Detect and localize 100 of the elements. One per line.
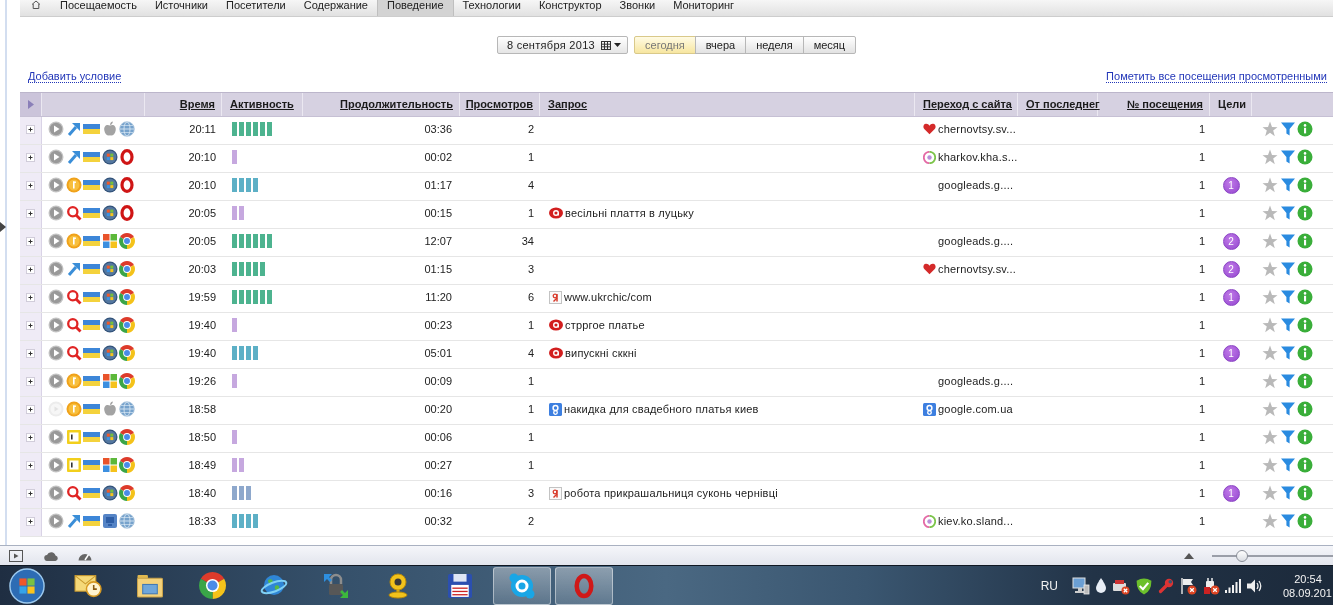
- play-icon[interactable]: [48, 317, 64, 333]
- filter-icon[interactable]: [1279, 205, 1296, 221]
- info-icon[interactable]: [1297, 205, 1313, 221]
- info-icon[interactable]: [1297, 233, 1313, 249]
- plus-icon[interactable]: [26, 180, 35, 190]
- info-icon[interactable]: [1297, 261, 1313, 277]
- filter-icon[interactable]: [1279, 317, 1296, 333]
- plus-icon[interactable]: [26, 432, 35, 442]
- nav-tab[interactable]: Источники: [145, 0, 217, 16]
- filter-icon[interactable]: [1279, 149, 1296, 165]
- speaker-icon[interactable]: [1246, 577, 1263, 594]
- filter-icon[interactable]: [1279, 289, 1296, 305]
- play-icon[interactable]: [48, 261, 64, 277]
- column-header[interactable]: От последнег: [1026, 98, 1100, 111]
- plus-icon[interactable]: [26, 152, 35, 162]
- nav-tab[interactable]: Посетители: [217, 0, 295, 16]
- wrench-icon[interactable]: [1158, 577, 1174, 594]
- filter-icon[interactable]: [1279, 373, 1296, 389]
- plus-icon[interactable]: [26, 208, 35, 218]
- filter-icon[interactable]: [1279, 429, 1296, 445]
- info-icon[interactable]: [1297, 317, 1313, 333]
- play-icon[interactable]: [48, 513, 64, 529]
- star-icon[interactable]: [1262, 317, 1278, 333]
- filter-icon[interactable]: [1279, 345, 1296, 361]
- nav-tab[interactable]: Звонки: [610, 0, 665, 16]
- play-icon[interactable]: [48, 205, 64, 221]
- info-icon[interactable]: [1297, 373, 1313, 389]
- panel-icon[interactable]: [9, 549, 23, 562]
- play-icon[interactable]: [48, 373, 64, 389]
- plus-icon[interactable]: [26, 488, 35, 498]
- info-icon[interactable]: [1297, 401, 1313, 417]
- star-icon[interactable]: [1262, 513, 1278, 529]
- plus-icon[interactable]: [26, 320, 35, 330]
- plus-icon[interactable]: [26, 516, 35, 526]
- filter-icon[interactable]: [1279, 457, 1296, 473]
- filter-icon[interactable]: [1279, 513, 1296, 529]
- add-condition-link[interactable]: Добавить условие: [28, 70, 122, 83]
- flag-error-icon[interactable]: [1179, 576, 1197, 595]
- clock-date[interactable]: 08.09.201: [1283, 585, 1332, 600]
- play-icon[interactable]: [48, 289, 64, 305]
- play-icon[interactable]: [48, 429, 64, 445]
- triangle-icon[interactable]: [1184, 552, 1194, 559]
- star-icon[interactable]: [1262, 261, 1278, 277]
- star-icon[interactable]: [1262, 401, 1278, 417]
- star-icon[interactable]: [1262, 177, 1278, 193]
- filter-icon[interactable]: [1279, 485, 1296, 501]
- home-icon[interactable]: [30, 0, 41, 9]
- slider-thumb[interactable]: [1236, 549, 1249, 562]
- triangle-icon[interactable]: [0, 222, 6, 232]
- info-icon[interactable]: [1297, 289, 1313, 305]
- column-header[interactable]: Переход с сайта: [923, 98, 1012, 111]
- star-icon[interactable]: [1262, 345, 1278, 361]
- play-icon[interactable]: [48, 177, 64, 193]
- play-icon[interactable]: [48, 233, 64, 249]
- star-icon[interactable]: [1262, 233, 1278, 249]
- star-icon[interactable]: [1262, 373, 1278, 389]
- clock-time[interactable]: 20:54: [1294, 571, 1322, 586]
- plus-icon[interactable]: [26, 376, 35, 386]
- drop-icon[interactable]: [1095, 577, 1107, 594]
- column-header[interactable]: Запрос: [548, 98, 588, 111]
- nav-tab[interactable]: Конструктор: [529, 0, 611, 16]
- star-icon[interactable]: [1262, 205, 1278, 221]
- star-icon[interactable]: [1262, 149, 1278, 165]
- monitor-icon[interactable]: [1072, 576, 1090, 595]
- plus-icon[interactable]: [26, 404, 35, 414]
- start-orb-icon[interactable]: [9, 567, 45, 604]
- star-icon[interactable]: [1262, 485, 1278, 501]
- info-icon[interactable]: [1297, 485, 1313, 501]
- filter-icon[interactable]: [1279, 401, 1296, 417]
- signal-bars-icon[interactable]: [1225, 578, 1241, 593]
- filter-icon[interactable]: [1279, 261, 1296, 277]
- info-icon[interactable]: [1297, 121, 1313, 137]
- filter-icon[interactable]: [1279, 121, 1296, 137]
- star-icon[interactable]: [1262, 121, 1278, 137]
- language-indicator[interactable]: RU: [1040, 578, 1058, 593]
- mark-all-viewed-link[interactable]: Пометить все посещения просмотренными: [1106, 70, 1327, 83]
- info-icon[interactable]: [1297, 513, 1313, 529]
- play-icon[interactable]: [48, 485, 64, 501]
- plug-error-icon[interactable]: [1202, 576, 1220, 595]
- info-icon[interactable]: [1297, 177, 1313, 193]
- nav-tab[interactable]: Поведение: [377, 0, 454, 16]
- play-icon[interactable]: [48, 457, 64, 473]
- plus-icon[interactable]: [26, 348, 35, 358]
- column-header[interactable]: Просмотров: [465, 98, 533, 111]
- info-icon[interactable]: [1297, 457, 1313, 473]
- plus-icon[interactable]: [26, 124, 35, 134]
- plus-icon[interactable]: [26, 264, 35, 274]
- column-header[interactable]: Продолжительность: [340, 98, 453, 111]
- play-icon[interactable]: [48, 345, 64, 361]
- play-icon[interactable]: [48, 149, 64, 165]
- date-picker[interactable]: 8 сентября 2013: [496, 36, 628, 54]
- plus-icon[interactable]: [26, 292, 35, 302]
- column-header[interactable]: № посещения: [1127, 98, 1203, 111]
- nav-tab[interactable]: Посещаемость: [51, 0, 146, 16]
- column-header[interactable]: Активность: [230, 98, 294, 111]
- period-button[interactable]: сегодня: [634, 36, 696, 54]
- info-icon[interactable]: [1297, 345, 1313, 361]
- plus-icon[interactable]: [26, 460, 35, 470]
- info-icon[interactable]: [1297, 429, 1313, 445]
- play-icon[interactable]: [48, 121, 64, 137]
